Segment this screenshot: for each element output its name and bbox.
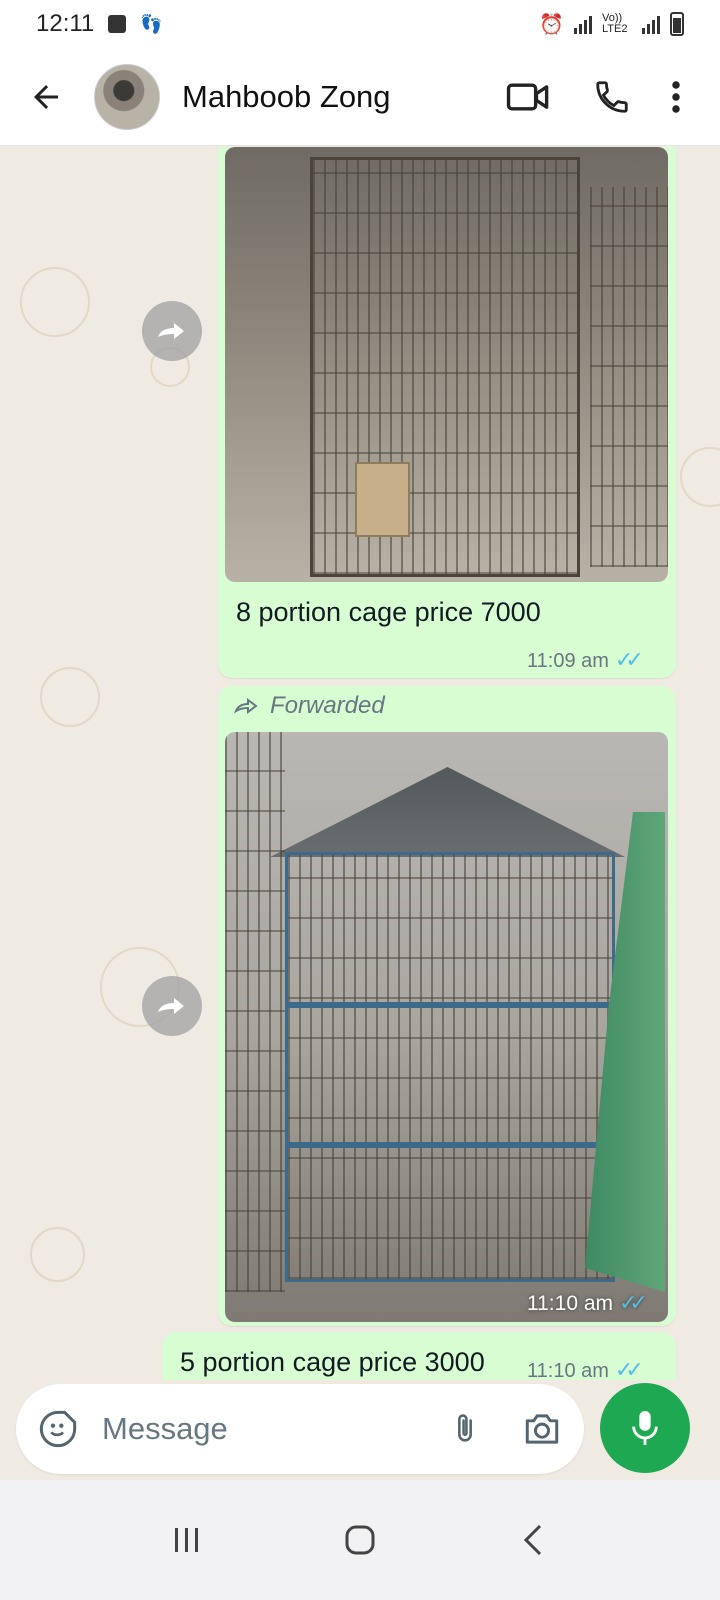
message-text: 5 portion cage price 3000 <box>180 1347 485 1377</box>
forward-button[interactable] <box>142 301 202 361</box>
back-button[interactable] <box>24 75 68 119</box>
battery-icon <box>670 12 684 36</box>
contact-name[interactable]: Mahboob Zong <box>182 79 474 115</box>
cage-structure <box>310 157 580 577</box>
video-call-button[interactable] <box>498 67 558 127</box>
recent-apps-button[interactable] <box>157 1510 217 1570</box>
read-ticks-icon: ✓✓ <box>614 647 644 672</box>
home-button[interactable] <box>330 1510 390 1570</box>
home-icon <box>345 1525 375 1555</box>
cage-structure <box>225 732 285 1292</box>
chevron-left-icon <box>524 1524 542 1556</box>
nest-box <box>355 462 410 537</box>
cage-structure <box>285 852 615 1282</box>
wallpaper-doodle <box>40 667 100 727</box>
wallpaper-doodle <box>680 447 720 507</box>
phone-icon <box>596 80 628 113</box>
message-time: 11:10 am ✓✓ <box>527 1290 648 1315</box>
more-vert-icon <box>672 80 680 113</box>
system-nav-bar <box>0 1480 720 1600</box>
cage-floor-divider <box>285 1142 615 1148</box>
forward-icon <box>158 998 184 1014</box>
gallery-notification-icon <box>108 15 127 33</box>
message-time: 11:09 am ✓✓ <box>527 647 644 672</box>
forwarded-icon <box>234 698 258 714</box>
signal-2-icon <box>642 14 660 34</box>
cage-photo[interactable] <box>225 147 668 582</box>
message-input[interactable]: Message <box>102 1411 448 1447</box>
message-input-container[interactable]: Message <box>16 1384 584 1474</box>
read-ticks-icon: ✓✓ <box>619 1290 648 1315</box>
video-call-icon <box>506 82 549 111</box>
status-time: 12:11 <box>36 10 95 37</box>
message-caption: 8 portion cage price 7000 <box>236 597 541 627</box>
wallpaper-doodle <box>20 267 90 337</box>
alarm-icon: ⏰ <box>539 13 564 36</box>
forward-icon <box>158 323 184 339</box>
message-time: 11:10 am ✓✓ <box>527 1357 644 1380</box>
forward-button[interactable] <box>142 976 202 1036</box>
cage-floor-divider <box>285 1002 615 1008</box>
cage-photo[interactable] <box>225 732 668 1322</box>
voice-call-button[interactable] <box>582 67 642 127</box>
arrow-left-icon <box>34 84 58 109</box>
back-nav-button[interactable] <box>503 1510 563 1570</box>
more-options-button[interactable] <box>656 67 696 127</box>
recent-apps-icon <box>174 1528 198 1552</box>
mic-icon <box>632 1411 658 1445</box>
voice-message-button[interactable] <box>600 1383 690 1473</box>
read-ticks-icon: ✓✓ <box>614 1357 644 1380</box>
sticker-icon[interactable] <box>38 1409 78 1449</box>
camera-icon[interactable] <box>522 1411 562 1447</box>
wallpaper-doodle <box>30 1227 85 1282</box>
signal-icon <box>574 14 592 34</box>
paperclip-icon[interactable] <box>448 1409 482 1449</box>
avatar[interactable] <box>94 63 160 130</box>
network-label: Vo)) LTE2 <box>602 12 628 35</box>
cage-roof <box>270 767 625 857</box>
compose-bar: Message <box>0 1380 720 1480</box>
forwarded-label: Forwarded <box>234 692 385 720</box>
status-bar: 12:11 👣 ⏰ Vo)) LTE2 <box>0 0 720 48</box>
cage-structure <box>590 187 668 567</box>
chat-area[interactable]: 8 portion cage price 7000 11:09 am ✓✓ For… <box>0 147 720 1380</box>
steps-notification-icon: 👣 <box>140 13 163 34</box>
chat-header: Mahboob Zong <box>0 48 720 146</box>
